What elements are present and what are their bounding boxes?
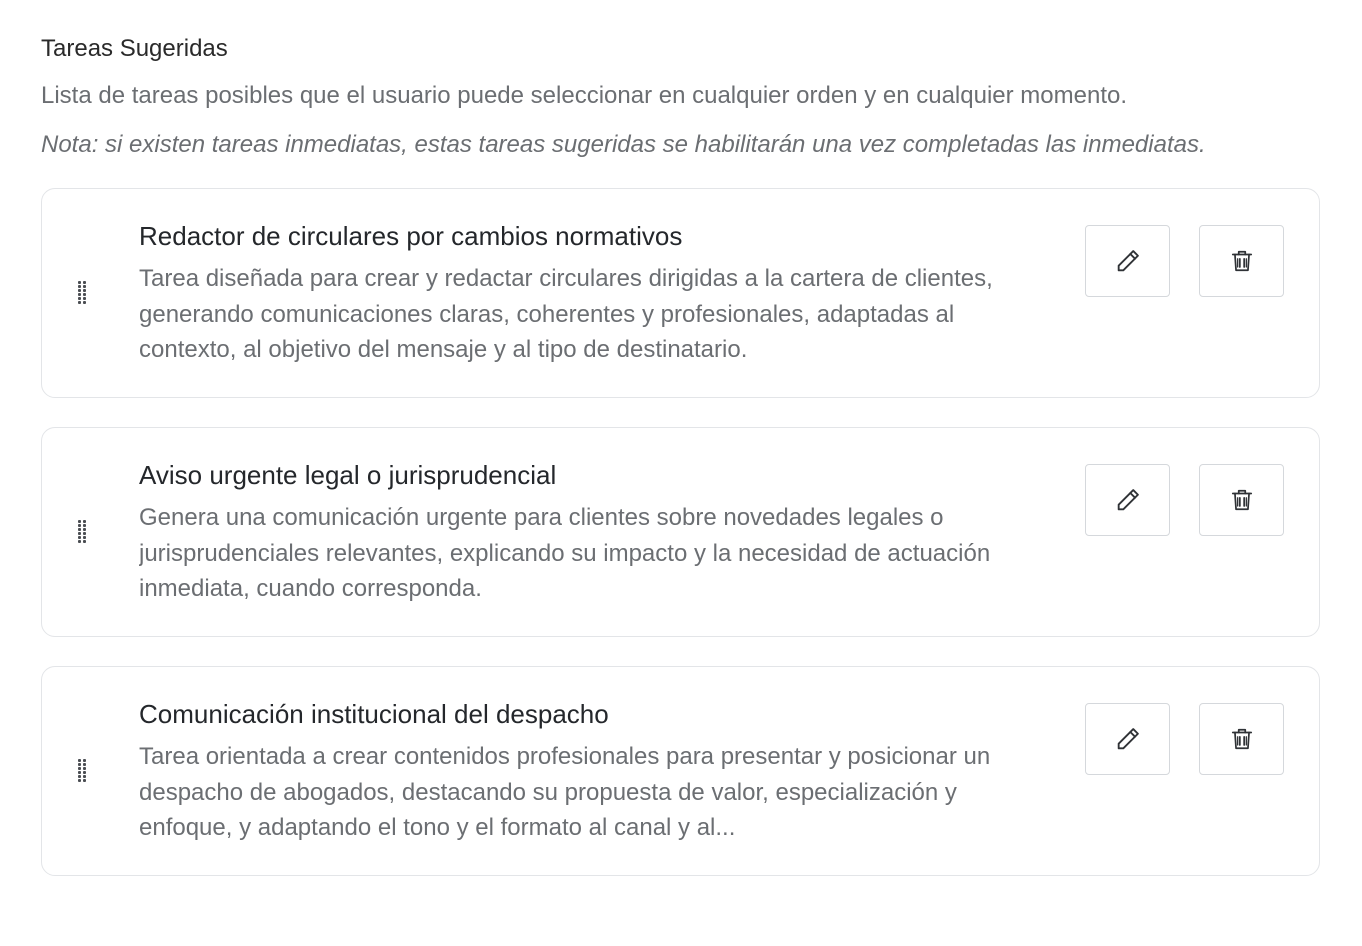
delete-task-button[interactable] [1199,464,1284,536]
pencil-icon [1117,728,1139,750]
task-title: Comunicación institucional del despacho [139,699,609,729]
edit-task-button[interactable] [1085,464,1170,536]
task-list: Redactor de circulares por cambios norma… [41,188,1320,876]
task-card-body: Aviso urgente legal o jurisprudencial Ge… [139,459,1039,607]
delete-task-button[interactable] [1199,703,1284,775]
task-card-body: Redactor de circulares por cambios norma… [139,220,1039,368]
edit-task-button[interactable] [1085,225,1170,297]
task-description: Tarea diseñada para crear y redactar cir… [139,265,993,363]
section-note: Nota: si existen tareas inmediatas, esta… [41,131,1206,158]
trash-icon [1231,728,1252,750]
task-card: Comunicación institucional del despacho … [41,666,1320,876]
section-title: Tareas Sugeridas [41,35,228,62]
task-title: Aviso urgente legal o jurisprudencial [139,460,557,490]
edit-task-button[interactable] [1085,703,1170,775]
drag-handle-icon[interactable] [78,281,88,305]
drag-handle-icon[interactable] [78,759,88,783]
task-card: Redactor de circulares por cambios norma… [41,188,1320,398]
pencil-icon [1117,250,1139,272]
section-description: Lista de tareas posibles que el usuario … [41,82,1128,109]
drag-handle-icon[interactable] [78,520,88,544]
trash-icon [1231,250,1252,272]
trash-icon [1231,489,1252,511]
task-card: Aviso urgente legal o jurisprudencial Ge… [41,427,1320,637]
pencil-icon [1117,489,1139,511]
task-title: Redactor de circulares por cambios norma… [139,221,683,251]
task-card-body: Comunicación institucional del despacho … [139,698,1039,846]
task-description: Genera una comunicación urgente para cli… [139,504,991,602]
delete-task-button[interactable] [1199,225,1284,297]
task-description: Tarea orientada a crear contenidos profe… [139,743,991,841]
suggested-tasks-section: Tareas Sugeridas Lista de tareas posible… [0,0,1362,876]
